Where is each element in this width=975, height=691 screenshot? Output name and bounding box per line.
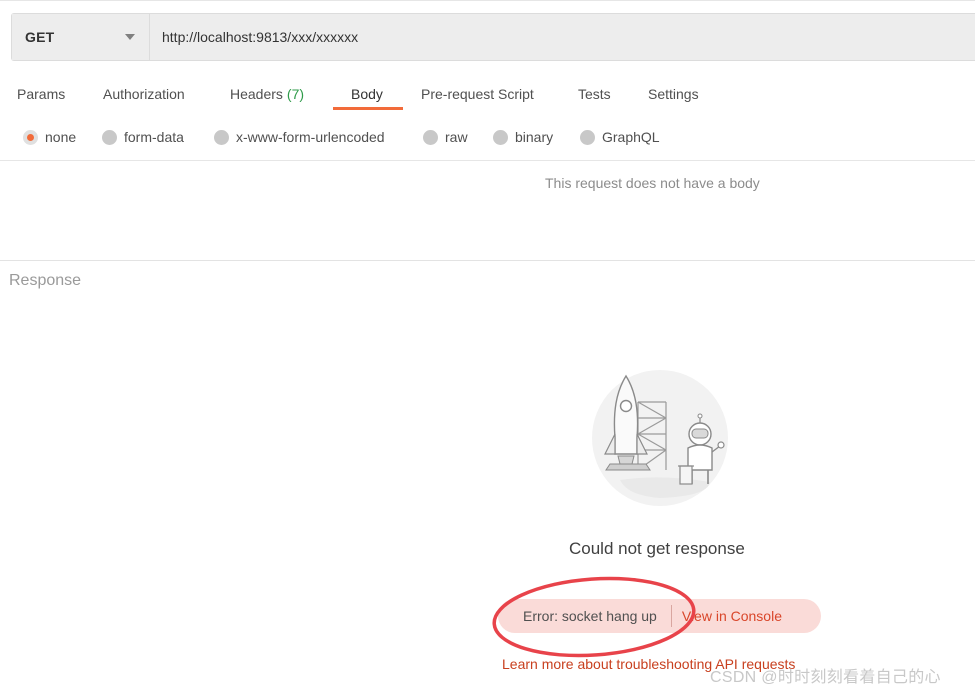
- error-message: Error: socket hang up: [523, 608, 657, 624]
- radio-label: binary: [515, 129, 554, 145]
- divider: [0, 160, 975, 161]
- top-border: [0, 0, 975, 1]
- active-tab-indicator: [333, 107, 403, 110]
- response-section-title: Response: [9, 272, 82, 289]
- url-value: http://localhost:9813/xxx/xxxxxx: [162, 29, 359, 45]
- radio-graphql[interactable]: GraphQL: [580, 124, 660, 150]
- radio-label: raw: [445, 129, 468, 145]
- method-label: GET: [25, 29, 55, 45]
- radio-none[interactable]: none: [23, 124, 76, 150]
- tab-label: Settings: [648, 86, 699, 102]
- error-banner: Error: socket hang up View in Console: [498, 599, 821, 633]
- tab-label: Pre-request Script: [421, 86, 534, 102]
- response-divider: [0, 260, 975, 261]
- radio-label: form-data: [124, 129, 184, 145]
- tab-label: Authorization: [103, 86, 185, 102]
- view-in-console-link[interactable]: View in Console: [682, 608, 782, 624]
- radio-raw[interactable]: raw: [423, 124, 468, 150]
- headers-count-badge: (7): [286, 86, 305, 102]
- method-select[interactable]: GET: [12, 14, 150, 60]
- request-bar: GET http://localhost:9813/xxx/xxxxxx: [11, 13, 975, 61]
- radio-selected-icon: [23, 129, 38, 145]
- tab-label: Headers: [230, 86, 283, 102]
- empty-body-message: This request does not have a body: [545, 175, 760, 191]
- watermark: CSDN @时时刻刻看着自己的心: [710, 669, 941, 686]
- url-input[interactable]: http://localhost:9813/xxx/xxxxxx: [150, 14, 975, 60]
- radio-label: x-www-form-urlencoded: [236, 129, 385, 145]
- tab-pre-request-script[interactable]: Pre-request Script: [421, 78, 534, 112]
- radio-icon: [493, 129, 508, 145]
- tab-params[interactable]: Params: [17, 78, 65, 112]
- chevron-down-icon: [125, 34, 135, 40]
- tab-label: Tests: [578, 86, 611, 102]
- error-title: Could not get response: [569, 539, 745, 558]
- rocket-astronaut-illustration: [592, 370, 728, 506]
- tab-headers[interactable]: Headers (7): [230, 78, 304, 112]
- radio-binary[interactable]: binary: [493, 124, 553, 150]
- tab-tests[interactable]: Tests: [578, 78, 611, 112]
- radio-form-data[interactable]: form-data: [102, 124, 184, 150]
- radio-icon: [214, 129, 229, 145]
- radio-icon: [580, 129, 595, 145]
- radio-x-www-form-urlencoded[interactable]: x-www-form-urlencoded: [214, 124, 385, 150]
- tab-authorization[interactable]: Authorization: [103, 78, 185, 112]
- tab-settings[interactable]: Settings: [648, 78, 699, 112]
- radio-icon: [423, 129, 438, 145]
- tab-label: Body: [351, 86, 383, 102]
- radio-label: GraphQL: [602, 129, 660, 145]
- radio-icon: [102, 129, 117, 145]
- radio-label: none: [45, 129, 77, 145]
- request-tabs: Params Authorization Headers (7) Body Pre…: [0, 78, 975, 112]
- tab-label: Params: [17, 86, 66, 102]
- separator: [670, 605, 672, 627]
- body-type-options: none form-data x-www-form-urlencoded raw…: [0, 124, 975, 150]
